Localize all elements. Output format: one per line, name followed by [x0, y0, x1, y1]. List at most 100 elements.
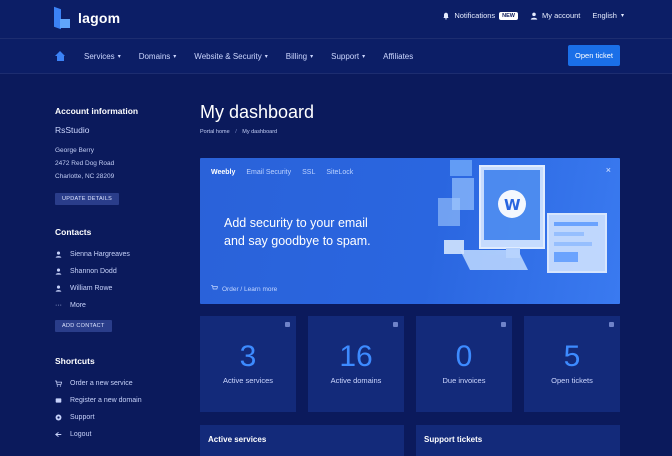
language-selector[interactable]: English ▾	[592, 11, 624, 20]
support-tickets-panel: Support tickets	[416, 425, 620, 456]
account-info-heading: Account information	[55, 106, 139, 116]
nav-label: Website & Security	[194, 51, 262, 61]
nav-billing[interactable]: Billing ▾	[286, 52, 313, 61]
shortcut-label: Support	[70, 414, 95, 421]
contact-more[interactable]: ··· More	[55, 297, 175, 314]
more-dots-icon: ···	[55, 302, 62, 309]
weebly-illustration: W	[438, 160, 607, 273]
contact-item[interactable]: William Rowe	[55, 280, 175, 297]
nav-label: Billing	[285, 51, 308, 61]
contacts-heading: Contacts	[55, 227, 92, 237]
globe-icon	[393, 322, 398, 327]
nav-services[interactable]: Services ▾	[84, 52, 121, 61]
promo-headline: Add security to your email and say goodb…	[224, 214, 414, 250]
chevron-down-icon: ▾	[264, 53, 268, 60]
brand-logo[interactable]: lagom	[54, 6, 121, 30]
chevron-down-icon: ▾	[310, 53, 314, 60]
promo-tabs: Weebly Email Security SSL SiteLock	[211, 169, 353, 176]
breadcrumb-current: My dashboard	[242, 129, 278, 135]
contact-label: William Rowe	[70, 285, 113, 292]
nav-domains[interactable]: Domains ▾	[139, 52, 177, 61]
shortcut-register-domain[interactable]: Register a new domain	[55, 392, 175, 409]
shortcuts-heading: Shortcuts	[55, 356, 95, 366]
home-icon[interactable]	[55, 51, 66, 61]
nav-affiliates[interactable]: Affiliates	[383, 52, 413, 61]
account-link[interactable]: My account	[530, 11, 580, 20]
promo-headline-line2: and say goodbye to spam.	[224, 234, 371, 248]
breadcrumb-separator: /	[235, 129, 237, 135]
account-org: RsStudio	[55, 125, 90, 135]
svg-text:W: W	[504, 196, 521, 214]
contact-item[interactable]: Sienna Hargreaves	[55, 246, 175, 263]
user-icon	[55, 251, 62, 258]
nav-label: Support	[331, 51, 360, 61]
stat-active-services[interactable]: 3 Active services	[200, 316, 296, 412]
update-details-button[interactable]: UPDATE DETAILS	[55, 193, 120, 205]
notifications-badge: NEW	[499, 11, 519, 20]
notifications-label: Notifications	[454, 11, 496, 20]
shortcuts-list: Order a new service Register a new domai…	[55, 375, 175, 443]
account-address-line2: Charlotte, NC 28209	[55, 173, 115, 180]
cart-icon	[55, 380, 62, 387]
nav-label: Services	[84, 51, 115, 61]
shortcut-order-service[interactable]: Order a new service	[55, 375, 175, 392]
shortcut-label: Logout	[70, 431, 92, 438]
ticket-icon	[609, 322, 614, 327]
contact-label: Sienna Hargreaves	[70, 251, 130, 258]
page-title: My dashboard	[200, 102, 315, 122]
stat-due-invoices[interactable]: 0 Due invoices	[416, 316, 512, 412]
stat-label: Open tickets	[551, 376, 593, 385]
shortcut-support[interactable]: Support	[55, 409, 175, 426]
stat-open-tickets[interactable]: 5 Open tickets	[524, 316, 620, 412]
contact-label: More	[70, 302, 86, 309]
sidebar: Account information RsStudio George Berr…	[55, 106, 175, 443]
promo-footer-link[interactable]: Order / Learn more	[211, 285, 277, 293]
promo-banner: Weebly Email Security SSL SiteLock × Add…	[200, 158, 620, 304]
shortcut-label: Register a new domain	[70, 397, 142, 404]
stat-label: Due invoices	[442, 376, 486, 385]
bell-icon	[443, 12, 450, 20]
promo-footer-label: Order / Learn more	[222, 285, 278, 293]
lagom-logo-icon	[54, 6, 70, 30]
account-name: George Berry	[55, 147, 95, 154]
tab-sitelock[interactable]: SiteLock	[326, 169, 353, 176]
shortcut-label: Order a new service	[70, 380, 133, 387]
chevron-down-icon: ▾	[362, 53, 366, 60]
tab-ssl[interactable]: SSL	[302, 169, 315, 176]
chevron-down-icon: ▾	[173, 53, 177, 60]
add-contact-button[interactable]: ADD CONTACT	[55, 320, 112, 332]
user-icon	[530, 12, 538, 20]
nav-website-security[interactable]: Website & Security ▾	[194, 52, 267, 61]
list-icon	[285, 322, 290, 327]
globe-icon	[55, 397, 62, 404]
shortcut-logout[interactable]: Logout	[55, 426, 175, 443]
topbar: lagom Notifications NEW My account Engli…	[0, 0, 672, 38]
user-icon	[55, 285, 62, 292]
user-icon	[55, 268, 62, 275]
stat-value: 3	[239, 340, 257, 373]
nav-support[interactable]: Support ▾	[331, 52, 365, 61]
contact-label: Shannon Dodd	[70, 268, 117, 275]
chevron-down-icon: ▾	[117, 53, 121, 60]
contact-item[interactable]: Shannon Dodd	[55, 263, 175, 280]
support-icon	[55, 414, 62, 421]
breadcrumb: Portal home / My dashboard	[200, 129, 277, 135]
open-ticket-button[interactable]: Open ticket	[568, 45, 620, 66]
account-label: My account	[542, 11, 581, 20]
notifications-link[interactable]: Notifications NEW	[442, 11, 519, 20]
breadcrumb-home[interactable]: Portal home	[200, 129, 230, 135]
tab-email-security[interactable]: Email Security	[246, 169, 291, 176]
stat-label: Active domains	[330, 376, 382, 385]
nav-label: Affiliates	[383, 51, 414, 61]
tab-weebly[interactable]: Weebly	[211, 169, 235, 176]
brand-name: lagom	[78, 10, 121, 26]
stat-active-domains[interactable]: 16 Active domains	[308, 316, 404, 412]
chevron-down-icon: ▾	[620, 13, 624, 19]
account-address-line1: 2472 Red Dog Road	[55, 160, 115, 167]
active-services-panel: Active services	[200, 425, 404, 456]
contacts-list: Sienna Hargreaves Shannon Dodd William R…	[55, 246, 175, 314]
panel-title: Support tickets	[424, 435, 483, 444]
top-actions: Notifications NEW My account English ▾	[442, 11, 624, 20]
cart-icon	[211, 285, 218, 293]
promo-headline-line1: Add security to your email	[224, 216, 368, 230]
